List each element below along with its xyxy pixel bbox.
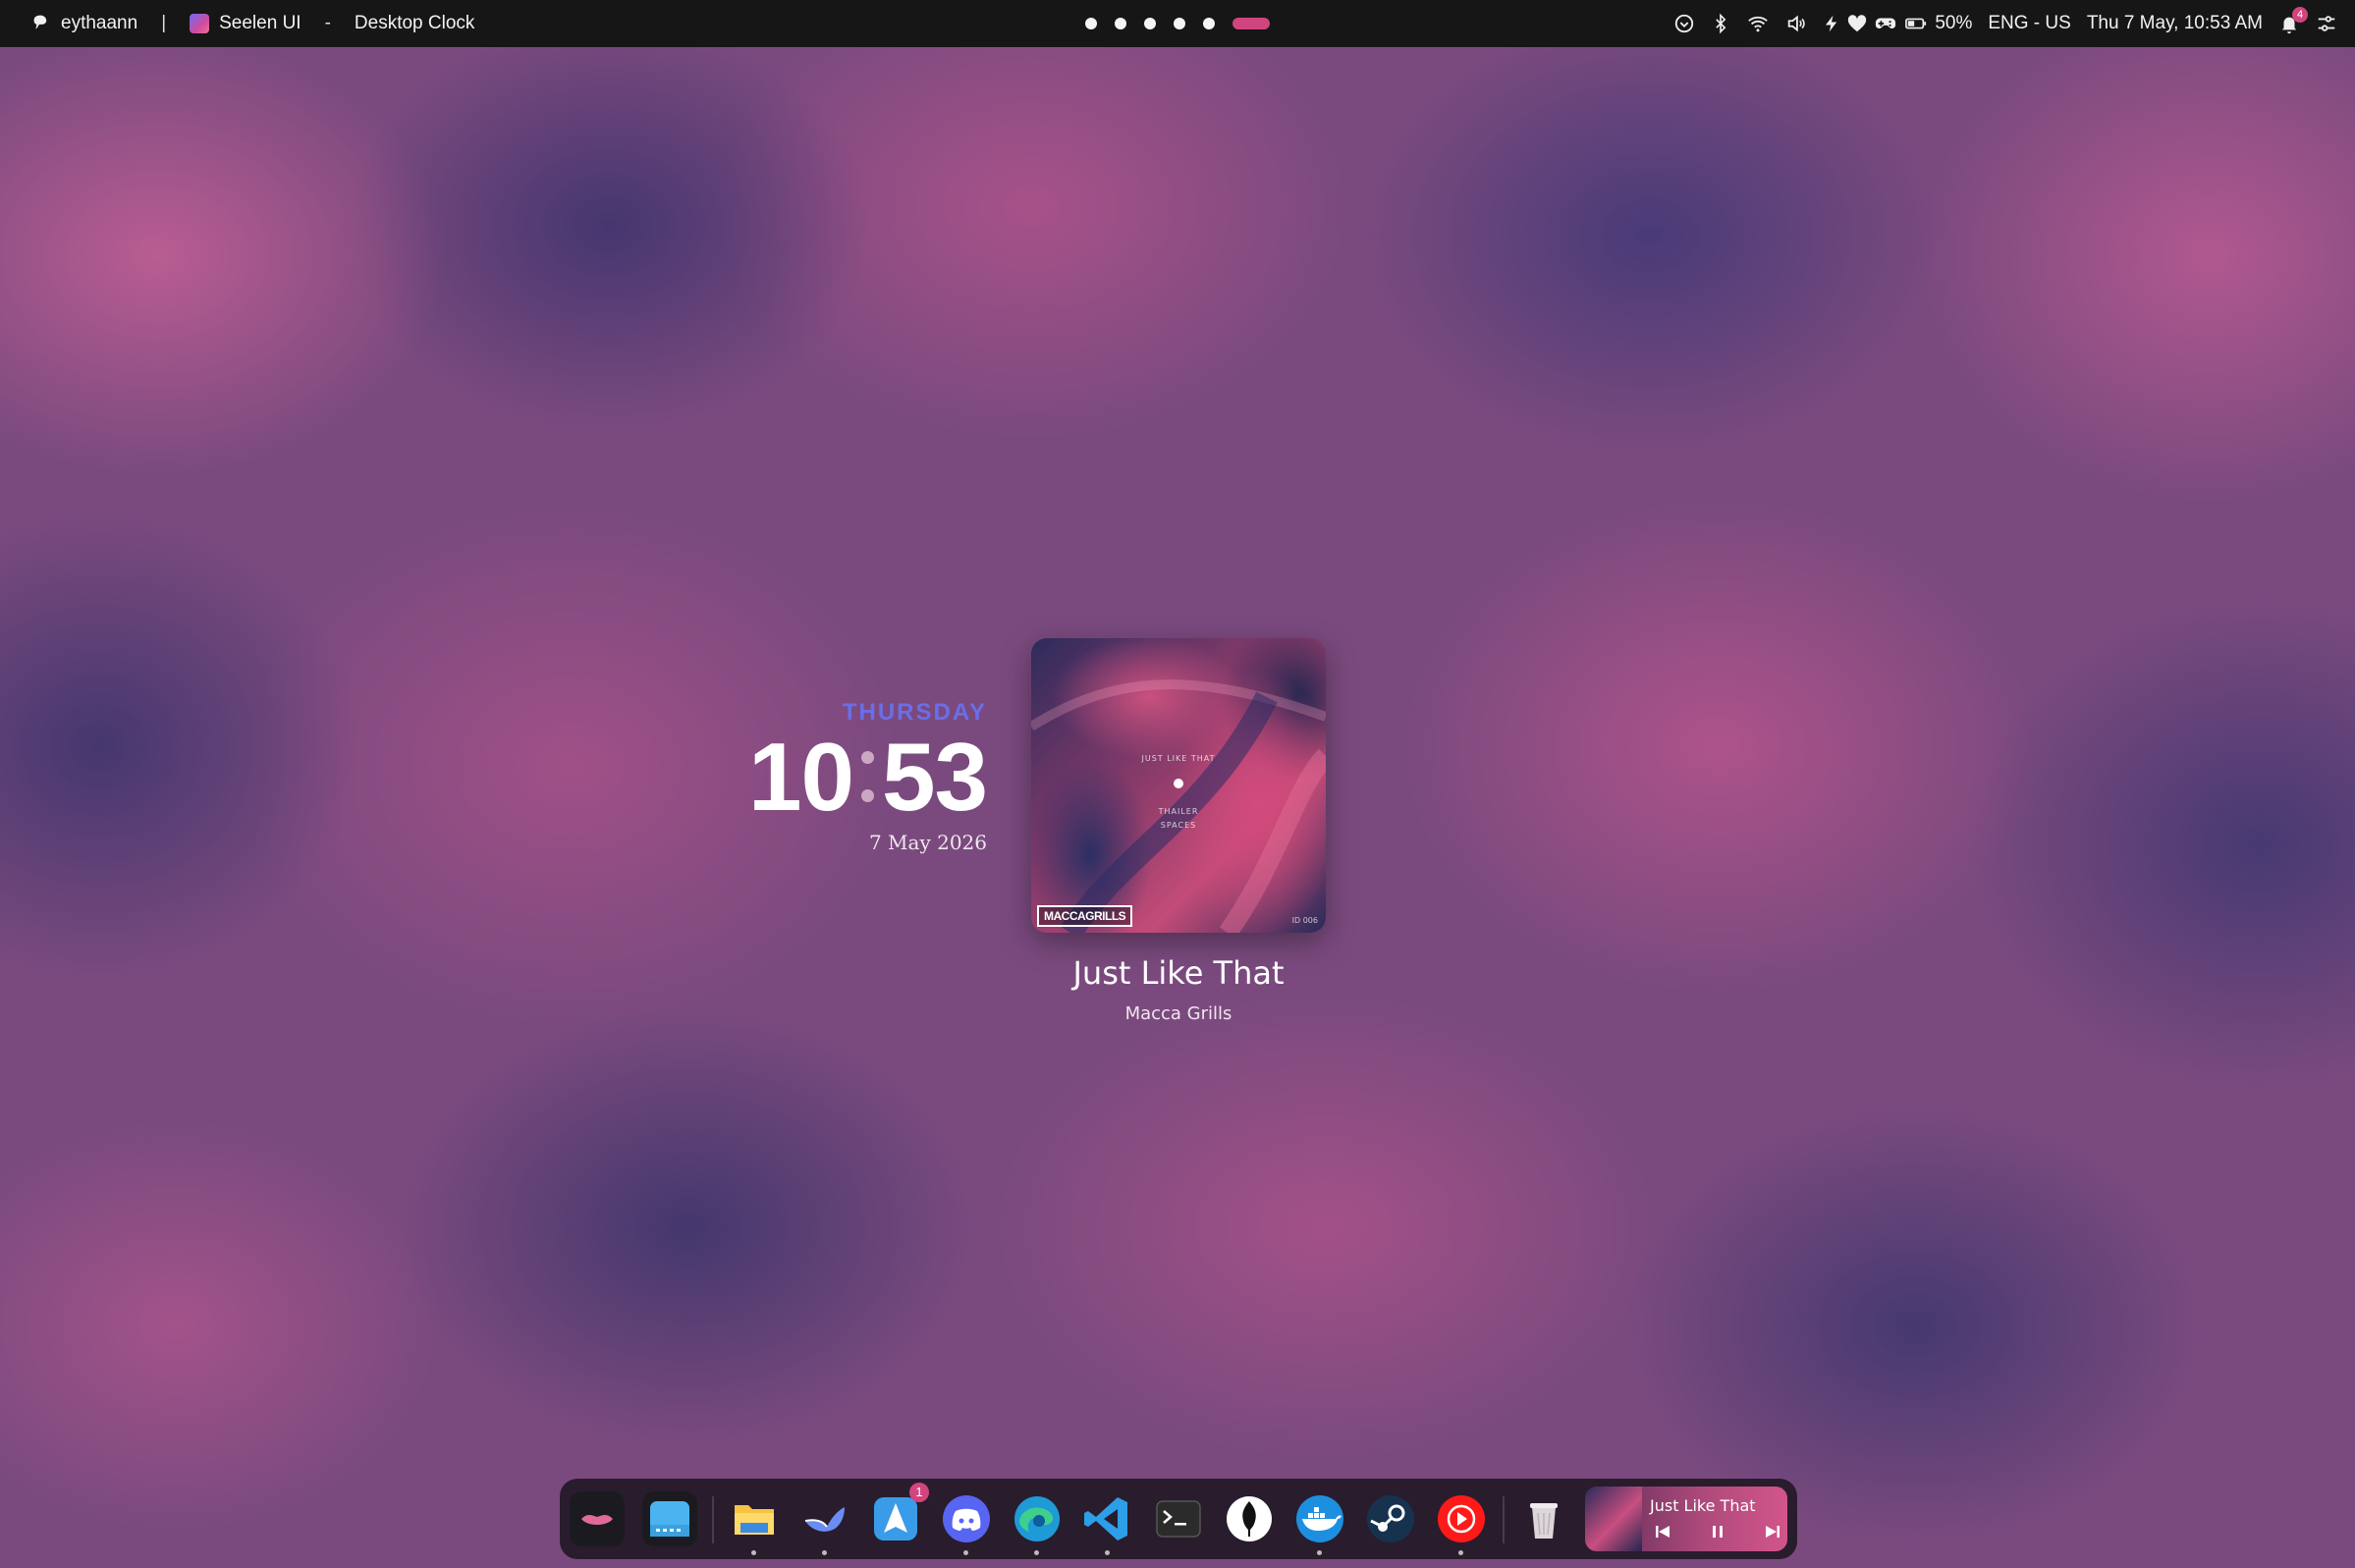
dock-separator xyxy=(712,1496,714,1543)
workspace-6-active[interactable] xyxy=(1232,18,1270,29)
send-app-icon[interactable]: 1 xyxy=(868,1483,929,1546)
active-window-title: Desktop Clock xyxy=(354,13,475,33)
username[interactable]: eythaann xyxy=(61,13,137,34)
next-track-icon[interactable] xyxy=(1764,1524,1781,1540)
now-playing-widget: JUST LIKE THAT THAILER SPACES MACCAGRILL… xyxy=(1031,638,1326,1024)
dock: 1 Just Like That xyxy=(560,1479,1797,1559)
user-avatar-icon[interactable] xyxy=(29,13,51,34)
previous-track-icon[interactable] xyxy=(1654,1524,1671,1540)
running-indicator xyxy=(822,1550,827,1555)
docker-icon[interactable] xyxy=(1292,1491,1347,1555)
running-indicator xyxy=(1317,1550,1322,1555)
running-indicator xyxy=(1458,1550,1463,1555)
running-indicator xyxy=(963,1550,968,1555)
trash-icon[interactable] xyxy=(1516,1491,1571,1546)
cover-dot xyxy=(1174,779,1183,788)
clock-date: 7 May 2026 xyxy=(868,831,987,854)
battery-percentage[interactable]: 50% xyxy=(1935,13,1972,34)
window-manager-icon[interactable] xyxy=(642,1491,697,1546)
desktop-clock-widget: THURSDAY 10 53 7 May 2026 xyxy=(727,699,988,854)
bolt-icon[interactable] xyxy=(1823,12,1840,35)
discord-icon[interactable] xyxy=(939,1491,994,1555)
bird-app-icon[interactable] xyxy=(797,1491,852,1555)
settings-sliders-icon[interactable] xyxy=(2316,13,2337,34)
dock-media-controls xyxy=(1654,1524,1781,1540)
workspace-3[interactable] xyxy=(1144,18,1156,29)
running-indicator xyxy=(1105,1550,1110,1555)
workspace-4[interactable] xyxy=(1174,18,1185,29)
vscode-icon[interactable] xyxy=(1080,1491,1135,1555)
workspace-switcher xyxy=(1085,17,1270,30)
seelen-lips-icon[interactable] xyxy=(570,1491,625,1546)
workspace-2[interactable] xyxy=(1115,18,1126,29)
running-indicator xyxy=(751,1550,756,1555)
top-bar: eythaann | Seelen UI - Desktop Clock 50%… xyxy=(0,0,2355,47)
media-title: Just Like That xyxy=(1072,954,1285,992)
battery-icon[interactable] xyxy=(1903,13,1929,34)
notifications-button[interactable]: 4 xyxy=(2278,7,2308,34)
clock-minutes: 53 xyxy=(881,723,988,831)
volume-icon[interactable] xyxy=(1785,13,1807,34)
chevron-circle-icon[interactable] xyxy=(1673,13,1695,34)
dock-media-thumbnail[interactable] xyxy=(1585,1487,1642,1551)
clock-time: 10 53 xyxy=(727,723,988,831)
dock-media-player[interactable]: Just Like That xyxy=(1585,1487,1787,1551)
file-explorer-icon[interactable] xyxy=(727,1491,782,1555)
seelen-logo-icon xyxy=(190,14,210,33)
system-tray: 50% ENG - US Thu 7 May, 10:53 AM 4 xyxy=(1673,0,2337,47)
heart-icon[interactable] xyxy=(1846,13,1868,34)
dock-separator xyxy=(1503,1496,1505,1543)
bluetooth-icon[interactable] xyxy=(1711,13,1730,34)
pause-icon[interactable] xyxy=(1710,1524,1725,1540)
running-indicator xyxy=(1034,1550,1039,1555)
workspace-1[interactable] xyxy=(1085,18,1097,29)
edge-icon[interactable] xyxy=(1010,1491,1065,1555)
youtube-music-icon[interactable] xyxy=(1434,1491,1489,1555)
mongodb-icon[interactable] xyxy=(1222,1491,1277,1546)
cover-subtext-2: SPACES xyxy=(1160,821,1197,830)
album-cover[interactable]: JUST LIKE THAT THAILER SPACES MACCAGRILL… xyxy=(1031,638,1326,933)
notification-count-badge: 4 xyxy=(2292,7,2308,23)
cover-subtext-1: THAILER xyxy=(1158,807,1199,816)
dock-media-title: Just Like That xyxy=(1650,1496,1756,1515)
terminal-icon[interactable] xyxy=(1151,1491,1206,1546)
wifi-icon[interactable] xyxy=(1746,13,1770,34)
media-artist: Macca Grills xyxy=(1124,1003,1232,1024)
cover-code: ID 006 xyxy=(1291,916,1318,925)
topbar-left: eythaann | Seelen UI - Desktop Clock xyxy=(29,0,474,47)
cover-title-text: JUST LIKE THAT xyxy=(1141,754,1216,763)
steam-icon[interactable] xyxy=(1363,1491,1418,1546)
workspace-5[interactable] xyxy=(1203,18,1215,29)
title-dash: - xyxy=(324,13,331,33)
clock-hours: 10 xyxy=(747,723,854,831)
notification-badge: 1 xyxy=(909,1483,929,1502)
language-indicator[interactable]: ENG - US xyxy=(1988,13,2070,34)
cover-artist-logo: MACCAGRILLS xyxy=(1037,905,1133,927)
active-app-name: Seelen UI xyxy=(219,13,301,33)
separator: | xyxy=(161,13,167,33)
clock-colon xyxy=(860,751,874,802)
datetime[interactable]: Thu 7 May, 10:53 AM xyxy=(2087,13,2263,34)
gamepad-icon[interactable] xyxy=(1874,13,1897,34)
